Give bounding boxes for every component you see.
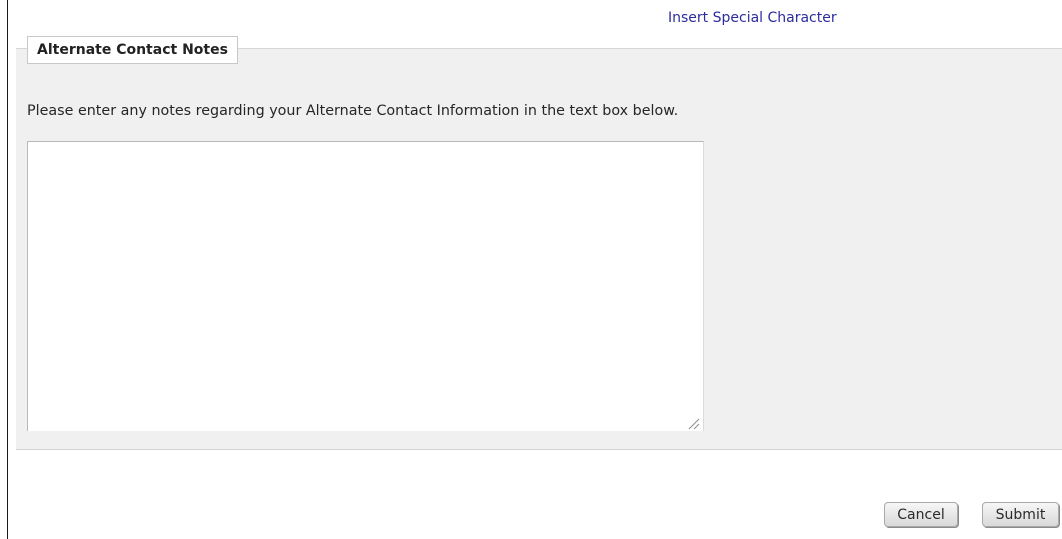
resize-grip-icon[interactable]: [686, 416, 700, 430]
submit-button[interactable]: Submit: [982, 502, 1059, 527]
alternate-contact-notes-textarea[interactable]: [27, 141, 704, 431]
instructions-text: Please enter any notes regarding your Al…: [27, 103, 679, 119]
cancel-button[interactable]: Cancel: [884, 502, 958, 527]
insert-special-character-link[interactable]: Insert Special Character: [668, 10, 837, 26]
section-legend: Alternate Contact Notes: [27, 36, 238, 64]
